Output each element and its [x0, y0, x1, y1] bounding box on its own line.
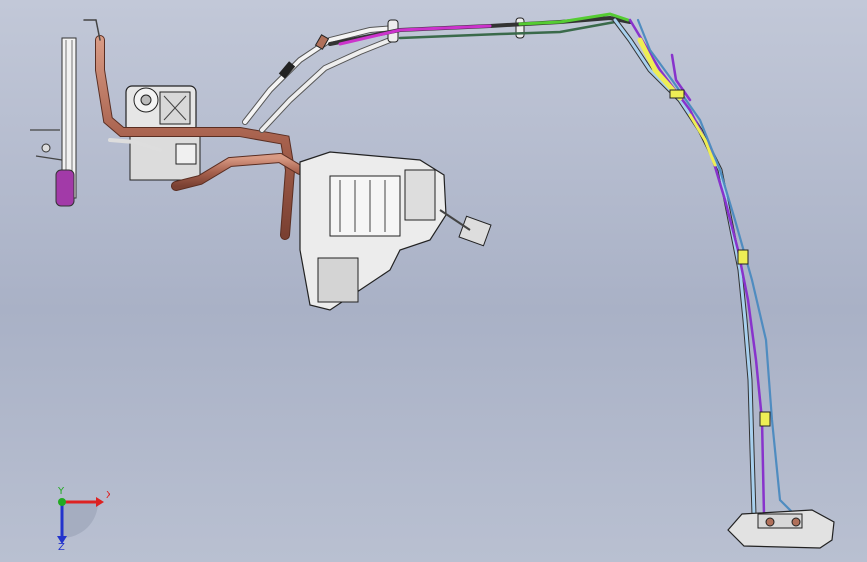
cad-assembly-model[interactable]	[0, 0, 867, 562]
triad-background	[62, 502, 98, 538]
rear-down-lines	[612, 17, 802, 522]
x-axis-head	[96, 497, 104, 507]
x-axis-label: X	[106, 490, 110, 501]
condenser	[30, 37, 77, 207]
y-axis-label: Y	[57, 486, 65, 497]
axis-triad: X Y Z	[57, 486, 110, 550]
rear-evaporator	[727, 509, 835, 549]
hvac-module	[299, 151, 492, 311]
y-axis-dot	[58, 498, 66, 506]
3d-viewport[interactable]: X Y Z	[0, 0, 867, 562]
z-axis-label: Z	[58, 542, 65, 550]
